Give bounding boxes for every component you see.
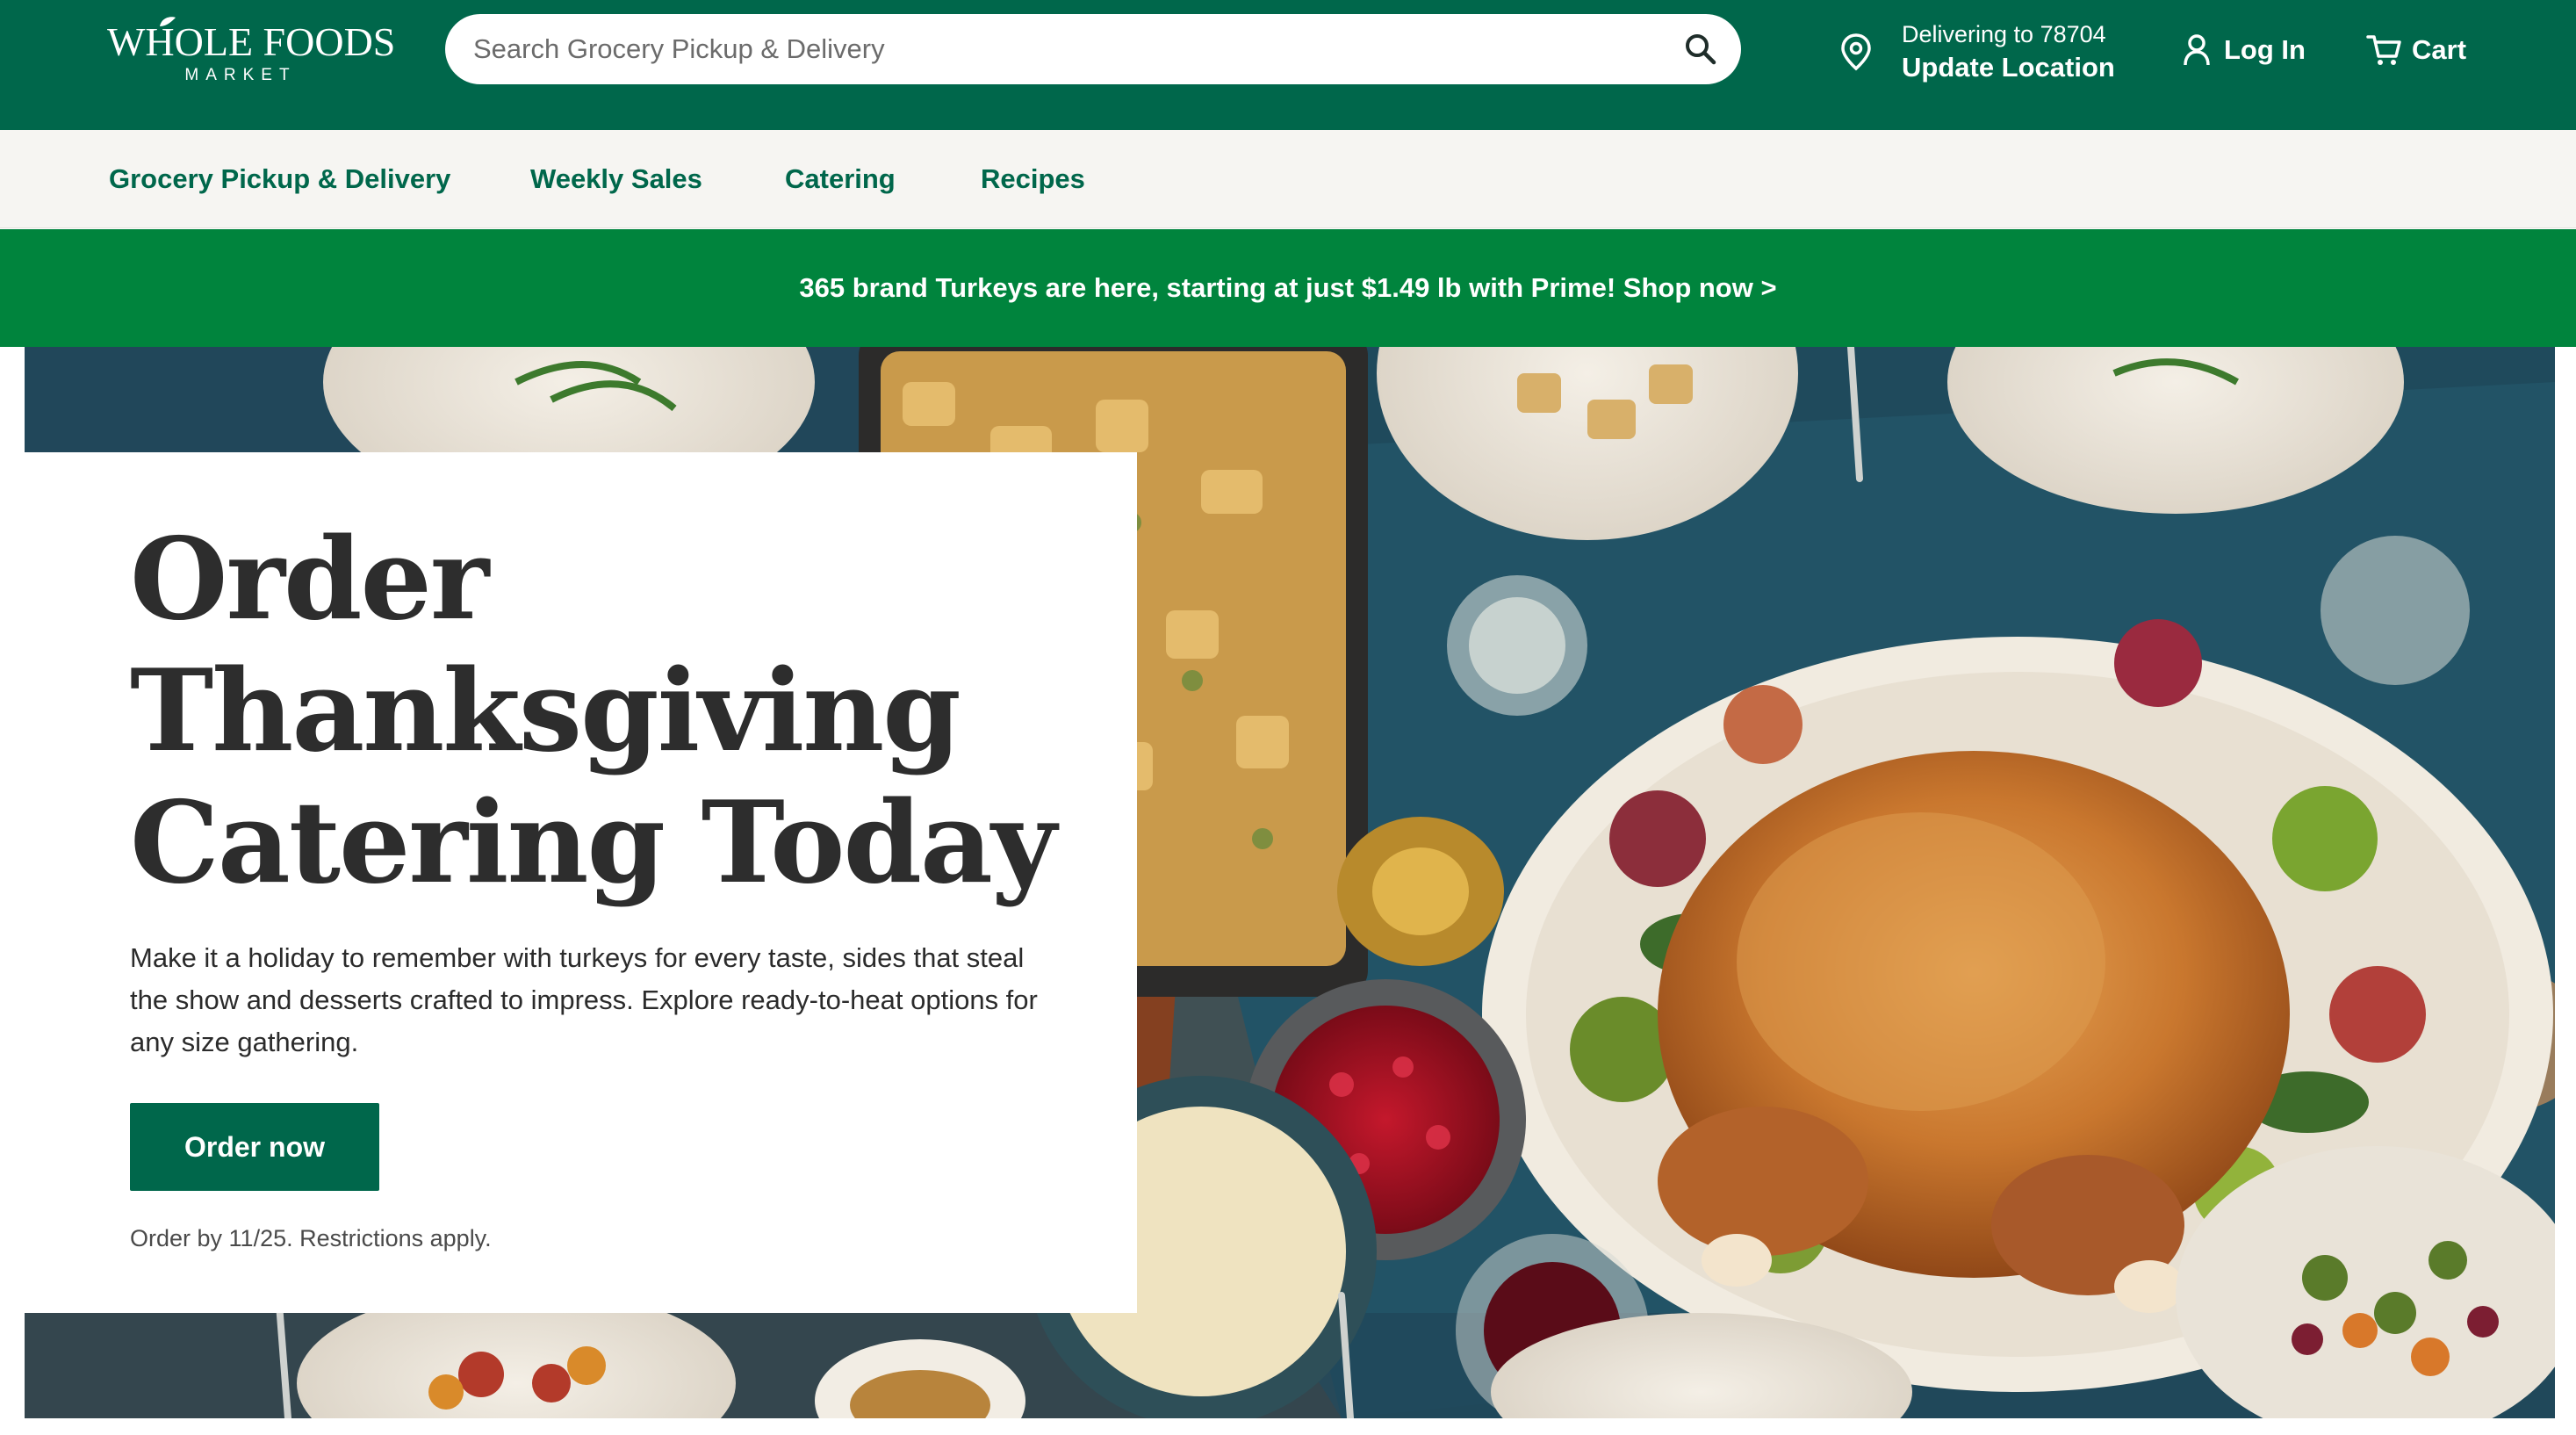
promo-shop-now-link[interactable]: 365 brand Turkeys are here, starting at … bbox=[799, 272, 1776, 304]
top-header: WHOLE FOODS MARKET Delivering to 78704 U… bbox=[0, 0, 2576, 130]
hero-title-line: Order bbox=[130, 514, 489, 645]
log-in-button[interactable]: Log In bbox=[2182, 30, 2306, 70]
hero-description: Make it a holiday to remember with turke… bbox=[130, 942, 1038, 1057]
hero-card: Order Thanksgiving Catering Today Make i… bbox=[25, 452, 1137, 1313]
hero-title-line: Thanksgiving bbox=[130, 645, 961, 777]
nav-recipes[interactable]: Recipes bbox=[981, 130, 1085, 228]
delivery-location[interactable]: Delivering to 78704 Update Location bbox=[1838, 12, 2115, 91]
search-bar bbox=[445, 14, 1741, 84]
search-icon bbox=[1686, 34, 1716, 65]
nav-grocery-pickup-delivery[interactable]: Grocery Pickup & Delivery bbox=[109, 130, 450, 228]
logo-subtitle: MARKET bbox=[184, 66, 297, 84]
order-deadline-note: Order by 11/25. Restrictions apply. bbox=[130, 1225, 492, 1251]
promo-banner: 365 brand Turkeys are here, starting at … bbox=[0, 229, 2576, 347]
order-now-button[interactable]: Order now bbox=[130, 1103, 379, 1191]
whole-foods-logo[interactable]: WHOLE FOODS MARKET bbox=[107, 17, 396, 90]
hero-title: Order Thanksgiving Catering Today bbox=[130, 514, 1096, 909]
map-pin-icon bbox=[1841, 33, 1871, 71]
cart-icon bbox=[2366, 35, 2401, 65]
cart-label: Cart bbox=[2412, 34, 2467, 65]
nav-catering[interactable]: Catering bbox=[785, 130, 896, 228]
hero-title-line: Catering Today bbox=[130, 777, 1056, 909]
leaf-icon bbox=[160, 17, 176, 26]
logo-wordmark: WHOLE FOODS bbox=[107, 19, 396, 64]
delivering-to-text: Delivering to 78704 bbox=[1902, 21, 2106, 47]
search-input[interactable] bbox=[473, 14, 1650, 84]
user-icon bbox=[2184, 34, 2210, 66]
cart-button[interactable]: Cart bbox=[2366, 30, 2466, 70]
nav-weekly-sales[interactable]: Weekly Sales bbox=[530, 130, 702, 228]
log-in-label: Log In bbox=[2224, 34, 2306, 65]
search-button[interactable] bbox=[1680, 28, 1722, 70]
main-nav: Grocery Pickup & Delivery Weekly Sales C… bbox=[0, 130, 2576, 228]
update-location-link[interactable]: Update Location bbox=[1902, 50, 2115, 85]
